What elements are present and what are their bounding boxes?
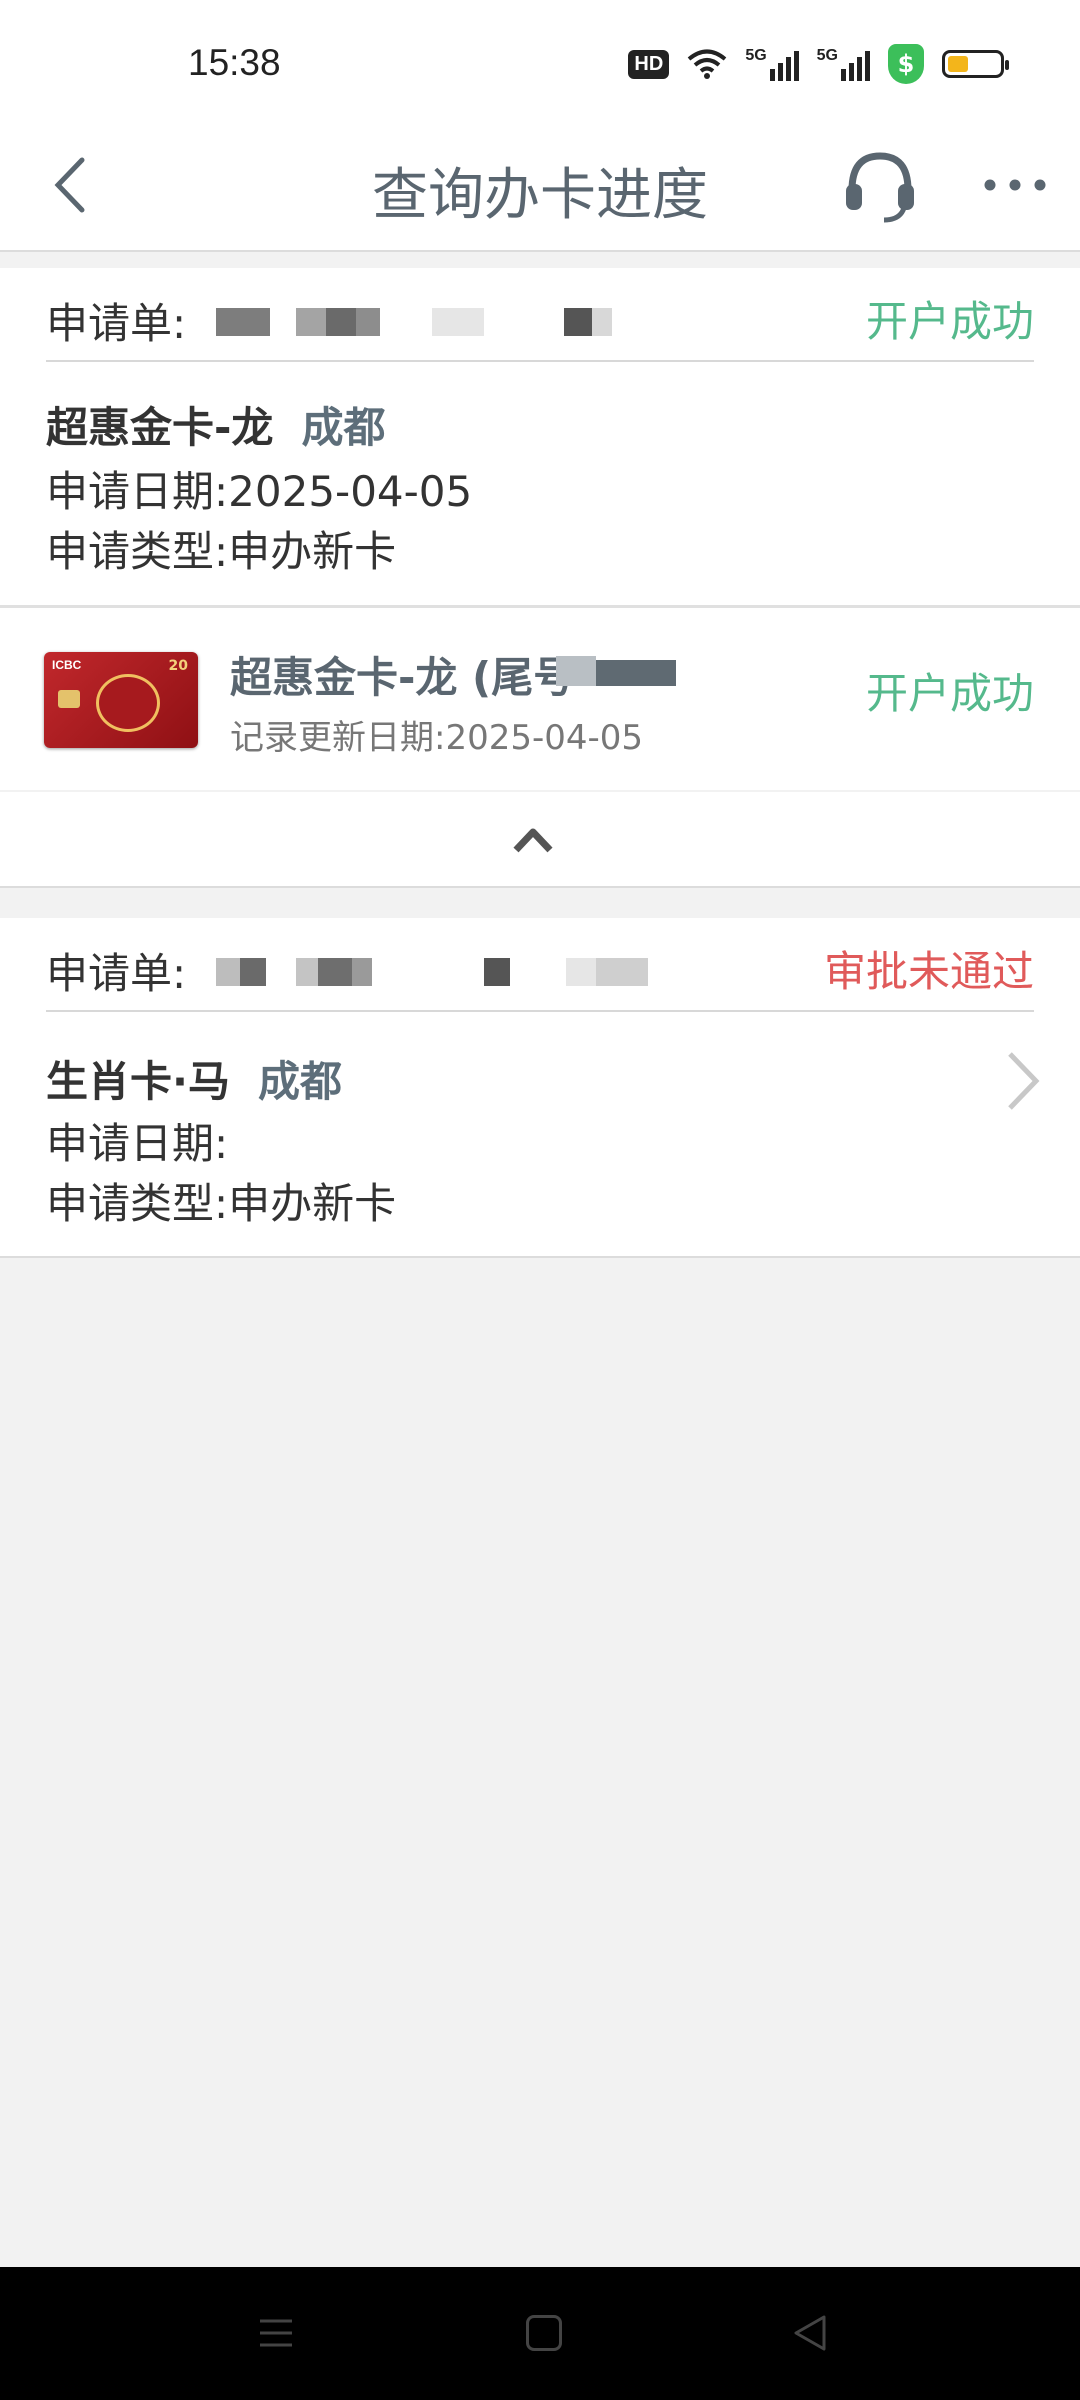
battery-icon xyxy=(942,50,1009,78)
card-title: 生肖卡·马 成都 xyxy=(46,1057,342,1106)
application-header: 申请单: 审批未通过 xyxy=(46,918,1034,1012)
application-label: 申请单: xyxy=(46,949,187,998)
status-time: 15:38 xyxy=(188,42,281,83)
signal-icon-1: 5G xyxy=(745,47,799,81)
card-name: 超惠金卡-龙 (尾号 xyxy=(230,653,576,702)
application-label: 申请单: xyxy=(46,299,187,348)
hd-icon: HD xyxy=(628,49,670,79)
chevron-right-icon[interactable] xyxy=(1002,1048,1046,1114)
signal-icon-2: 5G xyxy=(817,47,870,81)
system-nav-bar xyxy=(0,2267,1080,2400)
application-card-1[interactable]: 申请单: 开户成功 超惠金卡-龙 成都 申请日期:2025-04-05 申请类型:… xyxy=(0,268,1080,606)
application-header: 申请单: 开户成功 xyxy=(46,268,1034,362)
application-type: 申请类型:申办新卡 xyxy=(46,527,397,576)
wifi-icon xyxy=(688,49,727,79)
application-status: 开户成功 xyxy=(865,297,1034,346)
city-label: 成都 xyxy=(301,403,386,452)
more-dots-icon[interactable] xyxy=(980,160,1050,210)
card-progress-row[interactable]: ICBC 20 超惠金卡-龙 (尾号 记录更新日期:2025-04-05 开户成… xyxy=(0,608,1080,790)
card-image-number: 20 xyxy=(168,658,188,674)
status-bar: 15:38 HD 5G 5G $ xyxy=(0,0,1080,120)
application-date: 申请日期: xyxy=(46,1119,229,1168)
menu-icon[interactable] xyxy=(258,2315,294,2351)
nav-bar: 查询办卡进度 xyxy=(0,120,1080,252)
home-icon[interactable] xyxy=(526,2315,562,2351)
application-card-2[interactable]: 申请单: 审批未通过 生肖卡·马 成都 申请日期: 申请类型:申办新卡 xyxy=(0,918,1080,1258)
record-update-date: 记录更新日期:2025-04-05 xyxy=(230,718,644,758)
collapse-toggle[interactable] xyxy=(0,792,1080,888)
application-type: 申请类型:申办新卡 xyxy=(46,1179,397,1228)
card-image-logo: ICBC xyxy=(52,658,82,672)
headset-icon[interactable] xyxy=(840,146,920,226)
card-image: ICBC 20 xyxy=(44,652,198,748)
city-label: 成都 xyxy=(257,1057,342,1106)
application-date: 申请日期:2025-04-05 xyxy=(46,467,473,516)
status-icons: HD 5G 5G $ xyxy=(628,44,1009,84)
card-title: 超惠金卡-龙 成都 xyxy=(46,403,386,452)
card-status: 开户成功 xyxy=(865,669,1034,718)
back-triangle-icon[interactable] xyxy=(790,2313,830,2353)
chevron-up-icon[interactable] xyxy=(510,820,556,856)
security-shield-icon: $ xyxy=(888,44,924,84)
application-status: 审批未通过 xyxy=(823,947,1034,996)
